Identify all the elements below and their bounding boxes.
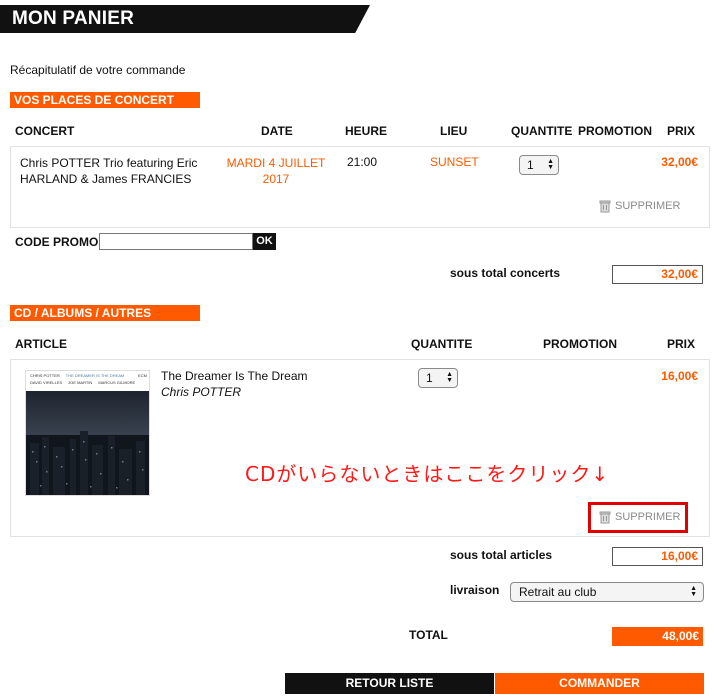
trash-icon	[599, 200, 611, 213]
album-cover-musician-3: MARCUS GILMORE	[98, 380, 136, 385]
annotation-text: CDがいらないときはここをクリック↓	[245, 462, 610, 486]
total-value: 48,00€	[612, 627, 703, 646]
concert-time: 21:00	[347, 155, 378, 169]
col-article: ARTICLE	[15, 337, 67, 351]
articles-subtotal-value: 16,00€	[612, 547, 703, 566]
col-lieu: LIEU	[440, 124, 468, 138]
col-promotion: PROMOTION	[578, 124, 652, 138]
total-label: TOTAL	[409, 628, 448, 642]
concert-venue: SUNSET	[430, 155, 479, 169]
article-quantity-value: 1	[426, 371, 433, 385]
concert-date: MARDI 4 JUILLET 2017	[226, 155, 326, 187]
col-article-quantite: QUANTITE	[411, 337, 473, 351]
promo-ok-button[interactable]: OK	[253, 233, 276, 250]
article-price: 16,00€	[661, 369, 698, 383]
livraison-label: livraison	[450, 583, 500, 597]
city-night-image	[26, 391, 149, 495]
col-quantite: QUANTITE	[511, 124, 573, 138]
col-article-promotion: PROMOTION	[543, 337, 617, 351]
concert-title-line2: HARLAND & James FRANCIES	[20, 172, 192, 186]
concert-delete-label: SUPPRIMER	[615, 200, 681, 212]
page-title: MON PANIER	[0, 5, 370, 33]
col-prix: PRIX	[667, 124, 696, 138]
album-cover: CHRIS POTTER THE DREAMER IS THE DREAM EC…	[25, 370, 150, 496]
album-cover-title: THE DREAMER IS THE DREAM	[65, 373, 125, 378]
concerts-section-title: VOS PLACES DE CONCERT	[10, 92, 200, 108]
article-quantity-select[interactable]: 1 ▲ ▼	[418, 368, 458, 388]
article-title: The Dreamer Is The Dream	[161, 369, 308, 383]
concert-date-line1: MARDI 4 JUILLET	[226, 156, 326, 170]
album-cover-musician-1: DAVID VIRELLES	[30, 380, 63, 385]
concert-title: Chris POTTER Trio featuring Eric HARLAND…	[20, 155, 197, 187]
album-cover-text: CHRIS POTTER THE DREAMER IS THE DREAM EC…	[26, 371, 149, 391]
order-recap-text: Récapitulatif de votre commande	[10, 63, 186, 77]
updown-icon: ▲ ▼	[547, 158, 554, 171]
col-article-prix: PRIX	[667, 337, 696, 351]
livraison-select[interactable]: Retrait au club ▲ ▼	[510, 582, 704, 602]
col-concert: CONCERT	[15, 124, 75, 138]
article-delete-button[interactable]: SUPPRIMER	[598, 510, 680, 524]
album-cover-label: ECM	[138, 373, 147, 378]
retour-liste-button[interactable]: RETOUR LISTE	[285, 673, 494, 694]
concert-delete-button[interactable]: SUPPRIMER	[598, 199, 680, 213]
livraison-value: Retrait au club	[519, 585, 597, 599]
updown-icon: ▲ ▼	[690, 585, 697, 598]
album-cover-musician-2: JOE MARTIN	[68, 380, 93, 385]
album-cover-artist: CHRIS POTTER	[30, 373, 60, 378]
col-heure: HEURE	[345, 124, 388, 138]
articles-section-title: CD / ALBUMS / AUTRES	[10, 305, 200, 321]
updown-icon: ▲ ▼	[446, 371, 453, 384]
concert-quantity-select[interactable]: 1 ▲ ▼	[519, 155, 559, 175]
concerts-subtotal-label: sous total concerts	[450, 266, 561, 280]
article-delete-label: SUPPRIMER	[615, 511, 681, 523]
concerts-subtotal-value: 32,00€	[612, 265, 703, 284]
articles-subtotal-label: sous total articles	[450, 548, 553, 562]
col-date: DATE	[261, 124, 293, 138]
concert-price: 32,00€	[661, 155, 698, 169]
concert-quantity-value: 1	[527, 158, 534, 172]
concert-title-line1: Chris POTTER Trio featuring Eric	[20, 156, 198, 170]
promo-input[interactable]	[99, 233, 253, 250]
article-artist: Chris POTTER	[161, 385, 242, 399]
trash-icon	[599, 511, 611, 524]
commander-button[interactable]: COMMANDER	[495, 673, 704, 694]
promo-label: CODE PROMO	[15, 235, 99, 249]
concert-date-line2: 2017	[262, 172, 290, 186]
